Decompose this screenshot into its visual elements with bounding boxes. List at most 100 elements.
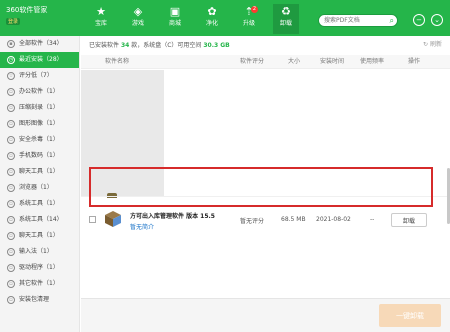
- upgrade-badge: 2: [251, 6, 258, 13]
- app-intro-link[interactable]: 暂无简介: [130, 222, 154, 231]
- col-header-op: 操作: [408, 58, 421, 65]
- shield-icon: ▫: [7, 135, 15, 144]
- tool-icon: ▫: [7, 199, 15, 208]
- sidebar-item-label: 其它软件（1）: [19, 280, 59, 287]
- brand: 360软件管家 登录: [6, 6, 47, 25]
- sidebar-item-label: 压缩刻录（1）: [19, 104, 59, 111]
- table-row[interactable]: 方可出入库管理软件 版本 15.5 暂无简介 暂无评分 68.5 MB 2021…: [81, 203, 450, 239]
- sidebar-item-other[interactable]: ▫ 其它软件（1）: [0, 276, 79, 292]
- sidebar-item-label: 全部软件（34）: [19, 40, 63, 47]
- nav-purify[interactable]: ✿ 净化: [199, 4, 225, 34]
- login-link[interactable]: 登录: [6, 18, 21, 25]
- row-checkbox[interactable]: [89, 216, 96, 223]
- nav-label: 宝库: [94, 20, 107, 27]
- sidebar-item-label: 聊天工具（1）: [19, 232, 59, 239]
- summary-text: 已安装软件: [89, 42, 120, 49]
- nav-label: 净化: [205, 20, 218, 27]
- sidebar-item-label: 安全杀毒（1）: [19, 136, 59, 143]
- refresh-button[interactable]: ↻ 刷新: [423, 39, 442, 48]
- category-sidebar: ▪ 全部软件（34） ◷ 最近安装（28） ☆ 评分低（7） ▫ 办公软件（1） ▫ 压缩…: [0, 36, 80, 332]
- one-click-uninstall-button[interactable]: 一键卸载: [379, 304, 441, 327]
- sidebar-item-recent[interactable]: ◷ 最近安装（28）: [0, 52, 79, 68]
- refresh-icon: ↻: [423, 41, 429, 48]
- gamepad-icon: ◈: [133, 5, 143, 18]
- install-summary: 已安装软件 34 款，系统盘（C）可用空间 30.3 GB: [89, 40, 230, 49]
- sidebar-item-browser[interactable]: ▫ 浏览器（1）: [0, 180, 79, 196]
- archive-icon: ▫: [7, 103, 15, 112]
- chat-icon: ▫: [7, 167, 15, 176]
- sidebar-item-label: 系统工具（14）: [19, 216, 63, 223]
- search-box: ⌕: [318, 14, 398, 27]
- sidebar-item-system-tools-2[interactable]: ▫ 系统工具（14）: [0, 212, 79, 228]
- box-app-icon: [105, 211, 121, 227]
- office-icon: ▫: [7, 87, 15, 96]
- chat-icon: ▫: [7, 231, 15, 240]
- top-bar: 360软件管家 登录 ★ 宝库 ◈ 游戏 ▣ 商城 ✿ 净化 ⇡ 升级 2 ♻ …: [0, 0, 450, 36]
- sidebar-item-compress[interactable]: ▫ 压缩刻录（1）: [0, 100, 79, 116]
- nav-mall[interactable]: ▣ 商城: [162, 4, 188, 34]
- tool-icon: ▫: [7, 215, 15, 224]
- col-header-rating[interactable]: 软件评分: [240, 55, 264, 69]
- sidebar-item-label: 驱动程序（1）: [19, 264, 59, 271]
- col-header-freq[interactable]: 使用频率: [360, 55, 384, 69]
- sidebar-item-label: 聊天工具（1）: [19, 168, 59, 175]
- sidebar-item-office[interactable]: ▫ 办公软件（1）: [0, 84, 79, 100]
- trash-icon: ♻: [281, 5, 291, 18]
- sidebar-item-label: 图形图像（1）: [19, 120, 59, 127]
- freq-cell: --: [370, 216, 375, 223]
- size-cell: 68.5 MB: [281, 216, 306, 223]
- nav-label: 商城: [168, 20, 181, 27]
- keyboard-icon: ▫: [7, 247, 15, 256]
- other-icon: ▫: [7, 279, 15, 288]
- clock-icon: ◷: [7, 55, 15, 64]
- nav-games[interactable]: ◈ 游戏: [125, 4, 151, 34]
- search-input[interactable]: [319, 15, 385, 26]
- sidebar-item-drivers[interactable]: ▫ 驱动程序（1）: [0, 260, 79, 276]
- sidebar-item-label: 最近安装（28）: [19, 56, 63, 63]
- nav-upgrade[interactable]: ⇡ 升级 2: [236, 4, 262, 34]
- sidebar-item-low-rating[interactable]: ☆ 评分低（7）: [0, 68, 79, 84]
- sidebar-item-all[interactable]: ▪ 全部软件（34）: [0, 36, 79, 52]
- nav-label: 卸载: [279, 20, 292, 27]
- col-header-time[interactable]: 安装时间: [320, 55, 344, 69]
- sidebar-item-label: 输入法（1）: [19, 248, 53, 255]
- driver-icon: ▫: [7, 263, 15, 272]
- col-header-size[interactable]: 大小: [288, 55, 300, 69]
- sidebar-item-label: 办公软件（1）: [19, 88, 59, 95]
- broom-icon: ▫: [7, 295, 15, 304]
- minimize-icon[interactable]: −: [413, 14, 425, 26]
- chevron-down-icon[interactable]: ⌄: [431, 14, 443, 26]
- sidebar-item-label: 评分低（7）: [19, 72, 53, 79]
- free-space: 30.3 GB: [203, 42, 230, 49]
- browser-icon: ▫: [7, 183, 15, 192]
- purify-icon: ✿: [207, 5, 217, 18]
- app-name: 360软件管家: [6, 6, 48, 14]
- search-icon[interactable]: ⌕: [390, 15, 394, 26]
- sidebar-item-label: 浏览器（1）: [19, 184, 53, 191]
- sidebar-item-chat[interactable]: ▫ 聊天工具（1）: [0, 164, 79, 180]
- upgrade-icon: ⇡: [244, 5, 254, 18]
- app-name-cell: 方可出入库管理软件 版本 15.5: [130, 213, 215, 220]
- image-icon: ▫: [7, 119, 15, 128]
- col-header-name[interactable]: 软件名称: [105, 55, 129, 69]
- rating-icon: ☆: [7, 71, 15, 80]
- bottom-bar: 一键卸载: [81, 298, 450, 332]
- summary-text: 款，系统盘（C）可用空间: [131, 42, 202, 49]
- nav-uninstall[interactable]: ♻ 卸载: [273, 4, 299, 34]
- nav-label: 游戏: [131, 20, 144, 27]
- uninstall-button[interactable]: 卸载: [391, 213, 427, 227]
- sidebar-item-input[interactable]: ▫ 输入法（1）: [0, 244, 79, 260]
- sidebar-item-cleanup[interactable]: ▫ 安装包清理: [0, 292, 79, 308]
- nav-baoku[interactable]: ★ 宝库: [88, 4, 114, 34]
- sidebar-item-system-tools[interactable]: ▫ 系统工具（1）: [0, 196, 79, 212]
- sidebar-item-chat-2[interactable]: ▫ 聊天工具（1）: [0, 228, 79, 244]
- sidebar-item-label: 系统工具（1）: [19, 200, 59, 207]
- sidebar-item-mobile[interactable]: ▫ 手机数码（1）: [0, 148, 79, 164]
- sidebar-item-graphics[interactable]: ▫ 图形图像（1）: [0, 116, 79, 132]
- sidebar-item-security[interactable]: ▫ 安全杀毒（1）: [0, 132, 79, 148]
- highlight-box: [89, 167, 433, 207]
- date-cell: 2021-08-02: [316, 216, 351, 223]
- rating-cell: 暂无评分: [240, 218, 265, 225]
- installed-count: 34: [120, 42, 130, 49]
- shop-icon: ▣: [169, 5, 181, 18]
